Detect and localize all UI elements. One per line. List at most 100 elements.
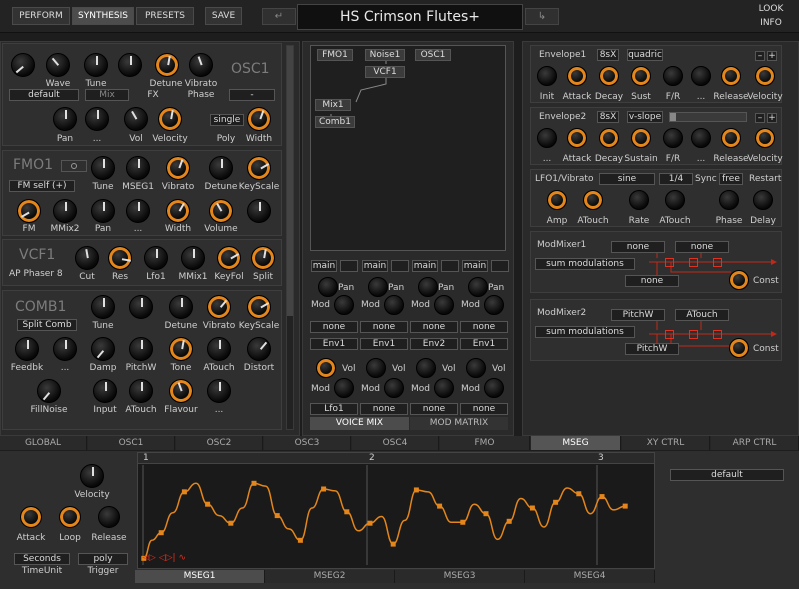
tab-osc4[interactable]: OSC4 [352,436,439,450]
env1-release-knob[interactable] [721,66,741,86]
fmo1-volume-knob[interactable] [209,199,233,223]
env1-minus-button[interactable]: – [755,51,765,61]
comb1-fillnoise-knob[interactable] [37,379,61,403]
fmo1-tune-knob[interactable] [91,156,115,180]
mseg-node[interactable] [553,499,559,505]
vcf1-res-knob[interactable] [108,246,132,270]
mix3-mod2-source[interactable]: none [410,403,458,415]
tab-osc2[interactable]: OSC2 [176,436,263,450]
fmo1-toggle[interactable] [61,160,87,172]
save-button[interactable]: SAVE [205,7,242,25]
vcf1-keyfol-knob[interactable] [217,246,241,270]
mseg-node[interactable] [251,480,257,486]
mix1-mod2-source[interactable]: Lfo1 [310,403,358,415]
modmixer1-slot3[interactable] [713,258,722,267]
env1-decay-knob[interactable] [599,66,619,86]
comb1-detune-knob[interactable] [169,295,193,319]
env1-attack-knob[interactable] [567,66,587,86]
mseg-node[interactable] [297,537,303,543]
osc1-wave-knob[interactable] [46,53,70,77]
bus-select-3[interactable]: main [412,260,438,272]
matrix-node-mix1[interactable]: Mix1 [315,99,351,111]
next-preset-button[interactable]: ↳ [525,8,559,25]
info-button[interactable]: INFO [757,18,785,30]
lfo1-rate-knob[interactable] [629,190,649,210]
env2-init-knob[interactable] [537,128,557,148]
comb1-flavour-knob[interactable] [169,379,193,403]
voice-mix-tab[interactable]: VOICE MIX [310,417,409,430]
mix3-env-source[interactable]: Env2 [410,338,458,350]
tab-osc1[interactable]: OSC1 [88,436,175,450]
mix4-pan-knob[interactable] [468,277,488,297]
env2-rate-select[interactable]: 8sX [597,111,619,123]
fmo1-pan-knob[interactable] [91,199,115,223]
vcf1-lfo1-knob[interactable] [144,246,168,270]
mix2-mod-knob[interactable] [384,295,404,315]
mseg-timeline[interactable] [138,453,654,464]
env1-extra-knob[interactable] [691,66,711,86]
mix4-env-source[interactable]: Env1 [460,338,508,350]
comb1-distort-knob[interactable] [247,337,271,361]
mseg-attack-knob[interactable] [20,506,42,528]
comb1-extra-knob[interactable] [207,379,231,403]
lfo1-rate-select[interactable]: 1/4 [659,173,693,185]
osc1-tune-knob[interactable] [84,53,108,77]
mix1-vol-knob[interactable] [316,358,336,378]
vcf1-split-knob[interactable] [251,246,275,270]
mix1-mod-source[interactable]: none [310,321,358,333]
lfo1-phase-knob[interactable] [719,190,739,210]
mseg-node[interactable] [576,491,582,497]
modmixer1-mode-select[interactable]: sum modulations [535,258,635,270]
presets-button[interactable]: PRESETS [136,7,194,25]
matrix-node-comb1[interactable]: Comb1 [315,116,355,128]
mseg-node[interactable] [181,489,187,495]
osc1-detune-knob[interactable] [155,53,179,77]
mix1-mod2-knob[interactable] [334,378,354,398]
fmo1-fm-knob[interactable] [17,199,41,223]
mix1-pan-knob[interactable] [318,277,338,297]
tab-global[interactable]: GLOBAL [0,436,87,450]
mseg-node[interactable] [205,501,211,507]
osc1-vol-knob[interactable] [124,107,148,131]
env2-extra-knob[interactable] [691,128,711,148]
env2-attack-knob[interactable] [567,128,587,148]
modmixer2-slot3[interactable] [713,330,722,339]
comb1-atouch-knob[interactable] [207,337,231,361]
mix4-mod-knob[interactable] [484,295,504,315]
mseg-node[interactable] [413,487,419,493]
fmo1-keyscale-knob[interactable] [247,156,271,180]
comb1-spread-knob[interactable] [53,337,77,361]
env1-curve-select[interactable]: quadric [627,49,663,61]
mseg-node[interactable] [460,519,466,525]
modmixer1-input1[interactable]: none [611,241,665,253]
env2-plus-button[interactable]: + [767,113,777,123]
modmixer1-const-knob[interactable] [729,270,749,290]
perform-button[interactable]: PERFORM [12,7,70,25]
mix4-mod-source[interactable]: none [460,321,508,333]
modmixer1-input3[interactable]: none [625,275,679,287]
modmixer1-slot1[interactable] [665,258,674,267]
bus-select-2[interactable]: main [362,260,388,272]
vcf1-mode-select[interactable]: AP Phaser 8 [9,269,69,279]
fmo1-mode-select[interactable]: FM self (+) [9,180,75,192]
tab-arp-ctrl[interactable]: ARP CTRL [711,436,799,450]
preset-name-display[interactable]: HS Crimson Flutes+ [297,4,523,30]
osc1-poly-select[interactable]: single [210,114,244,126]
modmixer1-slot2[interactable] [689,258,698,267]
mix2-mod2-source[interactable]: none [360,403,408,415]
matrix-node-fmo1[interactable]: FMO1 [317,49,353,61]
fmo1-detune-knob[interactable] [209,156,233,180]
tab-fmo[interactable]: FMO [440,436,530,450]
modmixer2-const-knob[interactable] [729,338,749,358]
bus-extra-3[interactable] [441,260,459,272]
modmixer2-mode-select[interactable]: sum modulations [535,326,635,338]
mseg-node[interactable] [483,511,489,517]
vcf1-cut-knob[interactable] [75,246,99,270]
mseg-node[interactable] [622,503,628,509]
mseg-node[interactable] [274,513,280,519]
left-scrollbar[interactable] [286,45,294,430]
mseg-node[interactable] [529,505,535,511]
mseg-node[interactable] [344,509,350,515]
osc1-width-knob[interactable] [247,107,271,131]
comb1-fine-knob[interactable] [129,295,153,319]
